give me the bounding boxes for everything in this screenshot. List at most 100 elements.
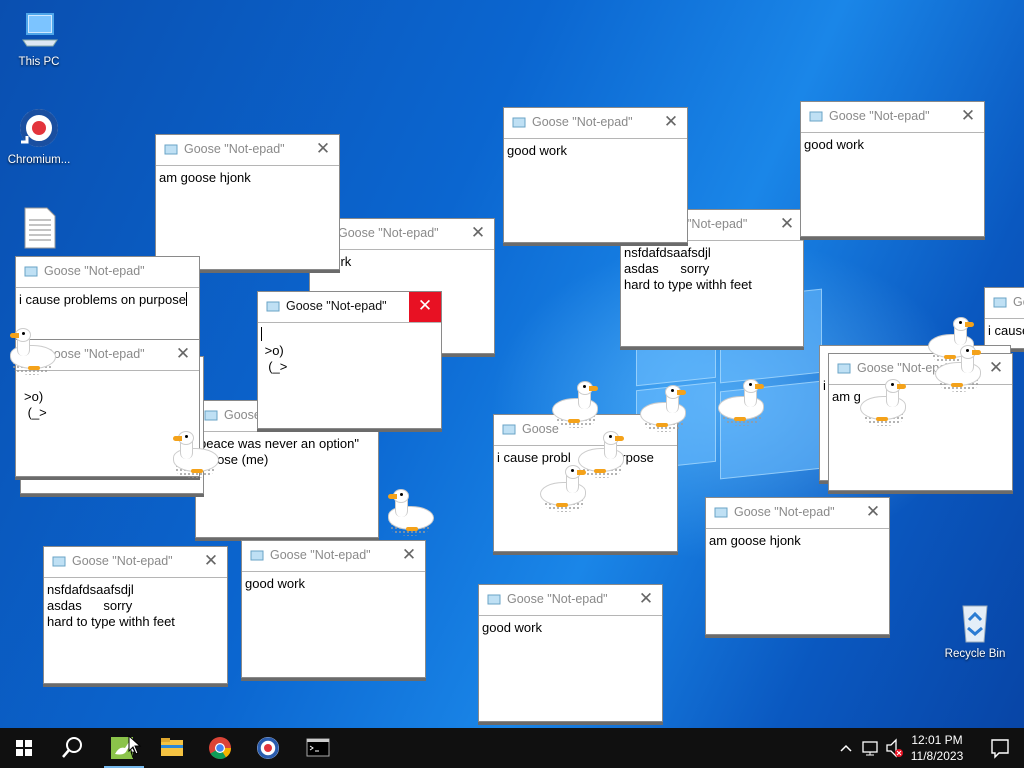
close-button[interactable]: ✕	[655, 108, 687, 138]
window-title: "Not-epad"	[687, 217, 748, 231]
goose-sprite	[380, 489, 434, 538]
goose-sprite	[165, 431, 219, 480]
notepad-icon	[52, 555, 66, 567]
taskbar-file-explorer[interactable]	[148, 728, 196, 768]
search-icon	[62, 737, 82, 758]
title-bar[interactable]: Goose "Not-epad" ✕	[504, 108, 687, 139]
note-text[interactable]: >o) (_>	[258, 323, 441, 379]
taskbar-terminal[interactable]	[294, 728, 342, 768]
notepad-icon	[714, 506, 728, 518]
note-text[interactable]: good work	[504, 139, 687, 163]
notepad-window[interactable]: Goose "Not-epad" ✕ good work	[478, 584, 663, 722]
notepad-icon	[250, 549, 264, 561]
desktop-icon-text-file[interactable]	[1, 206, 77, 254]
title-bar[interactable]: Goose "Not-epad" ✕	[156, 135, 339, 166]
window-title: Go	[1013, 295, 1024, 309]
title-bar[interactable]: Goose "Not-epad" ✕	[801, 102, 984, 133]
close-button[interactable]: ✕	[195, 547, 227, 577]
window-title: Goose "Not-epad"	[338, 226, 439, 240]
notepad-icon	[837, 362, 851, 374]
goose-sprite	[552, 381, 606, 430]
chrome-icon	[209, 737, 231, 759]
notepad-icon	[266, 300, 280, 312]
notepad-icon	[164, 143, 178, 155]
taskbar-chromium[interactable]	[244, 728, 292, 768]
note-text[interactable]: good work	[801, 133, 984, 157]
notepad-window[interactable]: Go i cause	[984, 287, 1024, 349]
note-text[interactable]: good work	[479, 616, 662, 640]
goose-sprite	[935, 345, 989, 394]
notepad-window-active[interactable]: Goose "Not-epad" ✕ >o) (_>	[257, 291, 442, 429]
close-button[interactable]: ✕	[462, 219, 494, 249]
computer-icon	[17, 8, 61, 52]
taskbar-clock[interactable]: 12:01 PM 11/8/2023	[902, 732, 972, 764]
window-title: Goose "Not-epad"	[44, 264, 145, 278]
notepad-icon	[809, 110, 823, 122]
goose-sprite	[860, 379, 914, 428]
notepad-window[interactable]: Goose "Not-epad" ✕ good work	[800, 101, 985, 237]
notepad-window[interactable]: Goose "Not-epad" ✕ nsfdafdsaafsdjl asdas…	[43, 546, 228, 684]
title-bar[interactable]: Goose "Not-epad" ✕	[44, 547, 227, 578]
window-title: Goose	[224, 408, 261, 422]
notepad-window[interactable]: Goose "Not-epad" ✕ good work	[241, 540, 426, 678]
clock-date: 11/8/2023	[910, 749, 964, 763]
notepad-window[interactable]: Goose "Not-epad" ✕ am goose hjonk	[155, 134, 340, 270]
close-button[interactable]: ✕	[771, 210, 803, 240]
window-title: Goose "Not-epad"	[532, 115, 633, 129]
mouse-cursor	[128, 735, 142, 755]
chromium-icon	[257, 737, 279, 759]
note-text[interactable]: peace was never an option" goose (me)	[196, 432, 378, 472]
notepad-icon	[24, 265, 38, 277]
notification-center-button[interactable]	[976, 728, 1024, 768]
window-title: Goose "Not-epad"	[829, 109, 930, 123]
tray-chevron[interactable]	[836, 728, 856, 768]
title-bar[interactable]: Goose "Not-epad" ✕	[242, 541, 425, 572]
close-button[interactable]: ✕	[307, 135, 339, 165]
desktop-icon-label: Recycle Bin	[944, 648, 1006, 660]
terminal-icon	[306, 738, 330, 757]
close-button[interactable]: ✕	[409, 292, 441, 322]
note-text[interactable]: i cause problems on purpose	[16, 288, 199, 312]
close-button[interactable]: ✕	[167, 340, 199, 370]
note-text[interactable]: i cause	[985, 319, 1024, 343]
search-button[interactable]	[48, 728, 96, 768]
title-bar[interactable]: Goose "Not-epad"	[16, 257, 199, 288]
notification-icon	[991, 739, 1009, 759]
title-bar[interactable]: Goose "Not-epad" ✕	[479, 585, 662, 616]
notepad-window[interactable]: Goose "Not-epad" ✕ am goose hjonk	[705, 497, 890, 635]
title-bar[interactable]: Goose "Not-epad" ✕	[258, 292, 441, 323]
desktop-icon-label: This PC	[18, 56, 60, 68]
note-text[interactable]: am goose hjonk	[156, 166, 339, 190]
note-text[interactable]: good work	[242, 572, 425, 596]
note-text[interactable]: am goose hjonk	[706, 529, 889, 553]
chromium-icon	[17, 106, 61, 150]
note-text[interactable]: nsfdafdsaafsdjl asdas sorry hard to type…	[621, 241, 803, 297]
network-icon	[862, 741, 878, 756]
tray-network[interactable]	[860, 728, 882, 768]
close-button[interactable]: ✕	[630, 585, 662, 615]
window-title: Goose "Not-epad"	[507, 592, 608, 606]
desktop-icon-recycle-bin[interactable]: Recycle Bin	[937, 600, 1013, 660]
close-button[interactable]: ✕	[857, 498, 889, 528]
window-title: Goose "Not-epad"	[734, 505, 835, 519]
window-title: Goose "Not-epad"	[184, 142, 285, 156]
note-text[interactable]: nsfdafdsaafsdjl asdas sorry hard to type…	[44, 578, 227, 634]
notepad-window[interactable]: Goose "Not-epad" ✕ good work	[503, 107, 688, 243]
goose-sprite	[2, 328, 56, 377]
taskbar: 12:01 PM 11/8/2023	[0, 728, 1024, 768]
desktop-icon-chromium[interactable]: Chromium...	[1, 106, 77, 166]
taskbar-chrome[interactable]	[196, 728, 244, 768]
title-bar[interactable]: Goose "Not-epad" ✕	[706, 498, 889, 529]
note-text[interactable]: >o) (_>	[16, 371, 199, 425]
start-button[interactable]	[0, 728, 48, 768]
desktop-icon-this-pc[interactable]: This PC	[1, 8, 77, 68]
window-title: Goose "Not-epad"	[72, 554, 173, 568]
notepad-icon	[512, 116, 526, 128]
close-button[interactable]: ✕	[952, 102, 984, 132]
window-title: Goose "Not-epad"	[270, 548, 371, 562]
window-title: Goose "Not-epad"	[44, 347, 145, 361]
file-explorer-icon	[161, 738, 183, 756]
notepad-icon	[502, 423, 516, 435]
title-bar[interactable]: Go	[985, 288, 1024, 319]
close-button[interactable]: ✕	[393, 541, 425, 571]
